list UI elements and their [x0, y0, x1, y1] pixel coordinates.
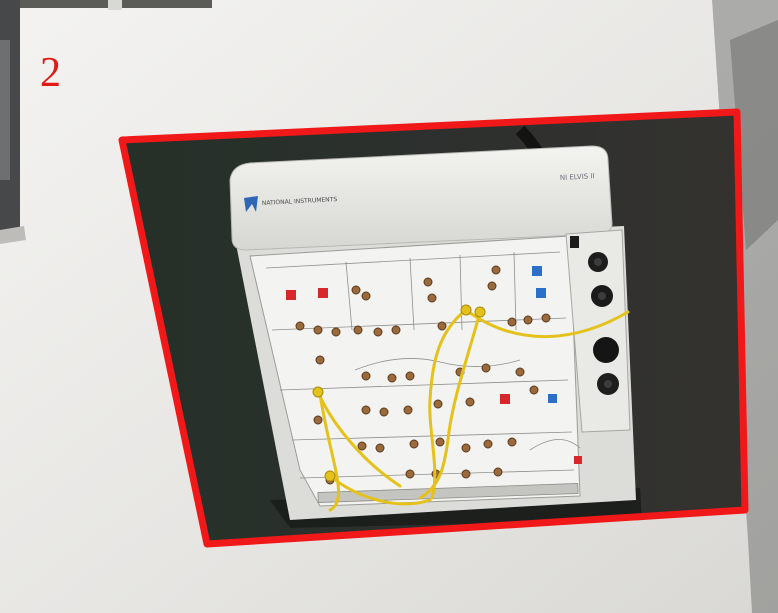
- device-photo: NATIONAL INSTRUMENTS NI ELVIS II: [122, 112, 745, 544]
- figure-number-label: 2: [40, 50, 61, 96]
- photo-scene: NATIONAL INSTRUMENTS NI ELVIS II: [0, 0, 778, 613]
